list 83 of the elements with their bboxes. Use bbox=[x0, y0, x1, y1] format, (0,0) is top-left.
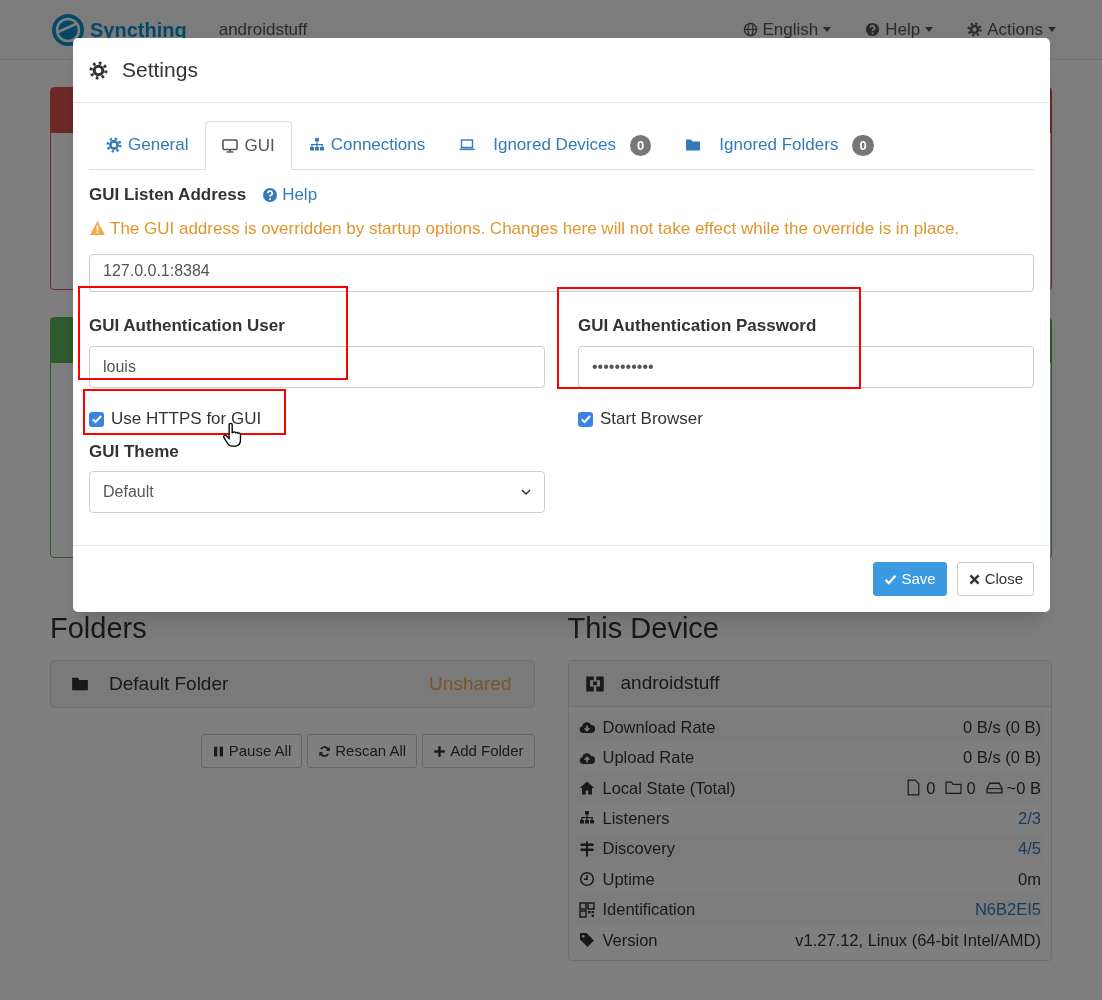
nav-menu[interactable]: Help bbox=[865, 16, 934, 43]
laptop-icon bbox=[459, 137, 476, 153]
stat-label: Upload Rate bbox=[602, 747, 695, 769]
home-icon bbox=[578, 779, 595, 796]
help-icon bbox=[865, 22, 881, 37]
folder-icon bbox=[71, 675, 89, 693]
stat-link[interactable]: 4/5 bbox=[1018, 836, 1041, 862]
caret-icon bbox=[925, 27, 934, 32]
stat-value: 0 B/s (0 B) bbox=[963, 716, 1041, 738]
address-field[interactable]: 127.0.0.1:8384 bbox=[89, 254, 1034, 292]
checkbox-label: Use HTTPS for GUI bbox=[111, 408, 262, 431]
stat-label: Listeners bbox=[602, 808, 670, 829]
check-icon bbox=[884, 572, 898, 586]
stat-value: 0 B/s (0 B) bbox=[963, 747, 1041, 769]
warning-icon bbox=[89, 220, 106, 237]
warning-text: The GUI address is overridden by startup options. Changes here will not take effect while the override is in place. bbox=[89, 215, 1034, 241]
caret-icon bbox=[823, 27, 832, 32]
tab[interactable]: Ignored Devices 0 bbox=[442, 121, 669, 169]
stat-label: Identification bbox=[602, 899, 696, 921]
caret-icon bbox=[1048, 27, 1056, 32]
folder-icon bbox=[685, 137, 702, 153]
stat-value: 0m bbox=[1018, 868, 1041, 890]
tag-icon bbox=[578, 931, 595, 948]
toolbar-button[interactable]: Rescan All bbox=[307, 734, 418, 768]
signpost-icon bbox=[578, 840, 595, 857]
refresh-icon bbox=[318, 744, 332, 758]
folder-status: Unshared bbox=[429, 671, 512, 696]
monitor-icon bbox=[222, 137, 239, 154]
theme-select[interactable]: Default bbox=[89, 471, 545, 513]
gear-icon bbox=[967, 22, 983, 37]
device-name: androidstuff bbox=[218, 18, 308, 41]
folder-icon bbox=[945, 779, 963, 797]
clock-icon bbox=[578, 871, 595, 888]
toolbar-button[interactable]: Add Folder bbox=[422, 734, 535, 768]
save-button[interactable]: Save bbox=[873, 562, 947, 596]
field-label: GUI Theme bbox=[89, 441, 179, 463]
tab[interactable]: Connections bbox=[291, 121, 443, 169]
network-icon bbox=[578, 810, 595, 827]
stat-link[interactable]: 2/3 bbox=[1018, 806, 1041, 831]
hand-cursor-icon bbox=[222, 423, 242, 448]
stat-value: 0 bbox=[926, 777, 936, 799]
checkbox[interactable] bbox=[89, 411, 104, 427]
nav-menu[interactable]: English bbox=[742, 16, 832, 43]
checkbox-label: Start Browser bbox=[600, 408, 703, 431]
stat-label: Discovery bbox=[602, 838, 675, 860]
field-label: GUI Listen Address bbox=[89, 184, 247, 206]
stat-link[interactable]: N6B2EI5 bbox=[974, 897, 1041, 922]
section-heading: This Device bbox=[567, 611, 719, 646]
dialog-title: Settings bbox=[122, 57, 198, 84]
stat-label: Version bbox=[602, 929, 658, 951]
tab[interactable]: GUI bbox=[205, 121, 292, 170]
toolbar-button[interactable]: Pause All bbox=[200, 734, 303, 768]
close-icon bbox=[967, 572, 981, 586]
chevron-down-icon bbox=[521, 489, 531, 495]
device-title: androidstuff bbox=[620, 671, 720, 696]
stat-value: v1.27.12, Linux (64-bit Intel/AMD) bbox=[795, 929, 1041, 951]
checkbox[interactable] bbox=[578, 411, 593, 427]
stat-value: 0 bbox=[966, 777, 976, 799]
globe-icon bbox=[742, 22, 758, 37]
plus-icon bbox=[433, 744, 447, 758]
count-badge: 0 bbox=[852, 134, 874, 156]
stat-label: Local State (Total) bbox=[602, 777, 736, 799]
gear-icon bbox=[106, 137, 122, 153]
stat-label: Download Rate bbox=[602, 716, 716, 738]
count-badge: 0 bbox=[630, 134, 652, 156]
network-icon bbox=[308, 137, 325, 153]
section-heading: Folders bbox=[50, 611, 147, 646]
tab[interactable]: Ignored Folders 0 bbox=[668, 121, 891, 169]
field-label: GUI Authentication Password bbox=[578, 315, 817, 337]
username-field[interactable]: louis bbox=[89, 346, 545, 388]
field-label: GUI Authentication User bbox=[89, 315, 285, 337]
folder-panel[interactable]: Default Folder Unshared bbox=[50, 660, 535, 708]
qr-code-icon bbox=[578, 901, 595, 918]
pause-icon bbox=[211, 744, 225, 758]
password-field[interactable]: ••••••••••• bbox=[578, 346, 1034, 388]
stat-label: Uptime bbox=[602, 868, 655, 890]
stat-value: ~0 B bbox=[1006, 777, 1041, 799]
help-icon bbox=[262, 186, 279, 203]
nav-menu[interactable]: Actions bbox=[967, 16, 1056, 43]
help-link[interactable]: Help bbox=[262, 182, 318, 208]
close-button[interactable]: Close bbox=[956, 562, 1034, 596]
gear-icon bbox=[89, 60, 108, 80]
tab[interactable]: General bbox=[89, 121, 206, 169]
